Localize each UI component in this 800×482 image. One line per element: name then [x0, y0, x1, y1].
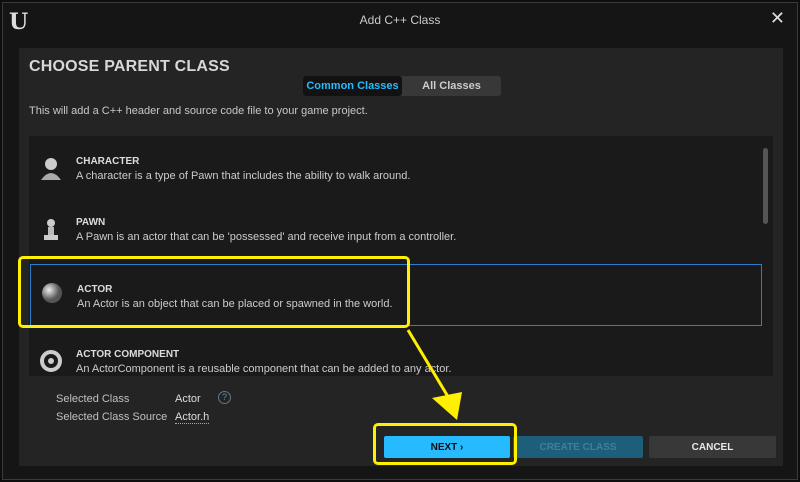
annotation-arrow-icon — [406, 329, 462, 420]
